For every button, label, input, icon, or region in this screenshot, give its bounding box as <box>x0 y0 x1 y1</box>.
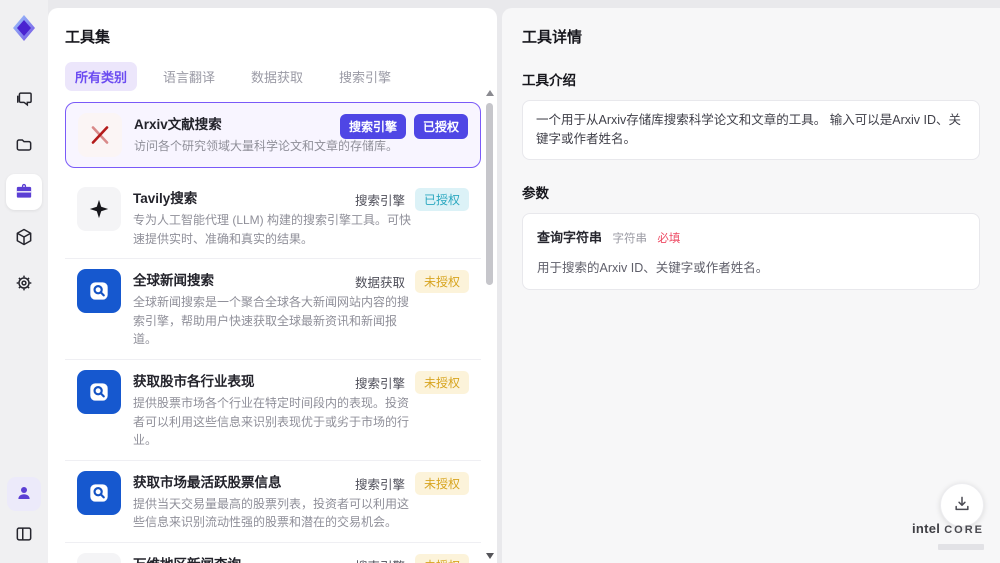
tavily-icon <box>77 187 121 231</box>
tool-list-item[interactable]: 获取股市各行业表现 提供股票市场各个行业在特定时间段内的表现。投资者可以利用这些… <box>65 359 481 461</box>
user-avatar-icon <box>15 484 33 505</box>
auth-badge: 未授权 <box>414 553 469 563</box>
news-search-icon <box>77 269 121 314</box>
auth-badge: 未授权 <box>414 370 469 394</box>
news-search-icon <box>77 369 121 414</box>
arxiv-icon <box>78 113 122 157</box>
tool-description: 专为人工智能代理 (LLM) 构建的搜索引擎工具。可快速提供实时、准确和真实的结… <box>133 213 412 246</box>
auth-badge: 已授权 <box>414 188 469 211</box>
category-badge: 搜索引擎 <box>354 194 405 208</box>
tool-list-item[interactable]: 全球新闻搜索 全球新闻搜索是一个聚合全球各大新闻网站内容的搜索引擎，帮助用户快速… <box>65 259 481 360</box>
core-wordmark: CORE <box>944 523 984 536</box>
param-required-badge: 必填 <box>657 232 681 245</box>
collapse-sidebar-button[interactable] <box>6 517 42 553</box>
tool-list-item[interactable]: 万维地区新闻查询 查询具体行政区划内的新闻，快速了解各地新闻动 搜索引擎 未授权 <box>65 542 481 563</box>
tool-name: 获取市场最活跃股票信息 <box>133 474 282 490</box>
category-badge: 数据获取 <box>354 276 405 291</box>
detail-title: 工具详情 <box>522 29 583 46</box>
user-avatar[interactable] <box>7 477 41 511</box>
scrollbar-thumb[interactable] <box>486 103 493 285</box>
param-type: 字符串 <box>612 232 647 245</box>
scrollbar[interactable] <box>485 90 494 559</box>
params-heading: 参数 <box>522 185 549 201</box>
scroll-up-arrow-icon[interactable] <box>486 90 494 96</box>
auth-badge: 未授权 <box>414 270 469 294</box>
category-tab[interactable]: 语言翻译 <box>153 62 225 91</box>
tool-list: Arxiv文献搜索 访问各个研究领域大量科学论文和文章的存储库。 搜索引擎 已授… <box>65 102 481 563</box>
sidebar-item-tools[interactable] <box>6 174 42 210</box>
sidebar <box>0 0 48 563</box>
auth-badge: 未授权 <box>414 471 469 495</box>
tool-name: 万维地区新闻查询 <box>133 553 355 563</box>
param-name: 查询字符串 <box>537 229 603 245</box>
intel-wordmark: intel <box>911 520 941 536</box>
tool-list-item[interactable]: Tavily搜索 专为人工智能代理 (LLM) 构建的搜索引擎工具。可快速提供实… <box>65 177 481 260</box>
category-tabs: 所有类别 语言翻译 数据获取 搜索引擎 <box>65 62 497 91</box>
category-badge: 搜索引擎 <box>355 556 405 563</box>
chat-icon <box>14 89 34 112</box>
intel-core-logo: intel CORE <box>912 520 984 555</box>
param-card: 查询字符串 字符串 必填 用于搜索的Arxiv ID、关键字或作者姓名。 <box>522 212 980 290</box>
tool-intro-text: 一个用于从Arxiv存储库搜索科学论文和文章的工具。 输入可以是Arxiv ID… <box>522 100 980 160</box>
category-badge: 搜索引擎 <box>339 114 406 139</box>
gear-icon <box>14 273 34 296</box>
category-badge: 搜索引擎 <box>354 376 405 391</box>
param-header: 查询字符串 字符串 必填 <box>537 227 965 247</box>
tool-name: 全球新闻搜索 <box>133 273 214 289</box>
tool-list-item[interactable]: 获取市场最活跃股票信息 提供当天交易量最高的股票列表，投资者可以利用这些信息来识… <box>65 460 481 543</box>
category-tab[interactable]: 搜索引擎 <box>329 62 401 91</box>
cube-icon <box>14 227 34 250</box>
category-tab[interactable]: 数据获取 <box>241 62 313 91</box>
tool-description: 提供股票市场各个行业在特定时间段内的表现。投资者可以利用这些信息来识别表现优于或… <box>133 395 410 448</box>
intro-heading: 工具介绍 <box>522 73 576 88</box>
tool-description: 提供当天交易量最高的股票列表，投资者可以利用这些信息来识别流动性强的股票和潜在的… <box>133 496 410 530</box>
auth-badge: 已授权 <box>413 114 468 139</box>
tool-name: 获取股市各行业表现 <box>133 373 255 389</box>
param-description: 用于搜索的Arxiv ID、关键字或作者姓名。 <box>537 260 769 275</box>
tools-panel: 工具集 所有类别 语言翻译 数据获取 搜索引擎 Arxiv文献搜索 访问各个研究… <box>48 8 497 563</box>
tool-name: Arxiv文献搜索 <box>134 117 222 132</box>
sidebar-bottom <box>6 477 42 553</box>
detail-panel: 工具详情 工具介绍 一个用于从Arxiv存储库搜索科学论文和文章的工具。 输入可… <box>502 8 1000 563</box>
sidebar-item-settings[interactable] <box>6 266 42 302</box>
news-search-icon <box>77 470 121 515</box>
sidebar-item-packages[interactable] <box>6 220 42 256</box>
category-tab[interactable]: 所有类别 <box>65 62 138 91</box>
page-title: 工具集 <box>65 29 111 46</box>
intel-logo-sub-bar <box>938 544 984 551</box>
briefcase-icon <box>14 181 34 204</box>
tool-name: Tavily搜索 <box>133 191 198 206</box>
app-logo <box>6 10 42 46</box>
tool-description: 全球新闻搜索是一个聚合全球各大新闻网站内容的搜索引擎，帮助用户快速获取全球最新资… <box>133 295 410 347</box>
newspaper-icon <box>77 552 121 563</box>
app-window: 工具集 所有类别 语言翻译 数据获取 搜索引擎 Arxiv文献搜索 访问各个研究… <box>0 0 1000 563</box>
folder-icon <box>14 135 34 158</box>
download-icon <box>952 494 972 517</box>
sidebar-item-chat[interactable] <box>6 82 42 118</box>
sidebar-item-files[interactable] <box>6 128 42 164</box>
category-badge: 搜索引擎 <box>354 477 405 492</box>
gem-logo-icon <box>13 15 35 41</box>
tool-list-item[interactable]: Arxiv文献搜索 访问各个研究领域大量科学论文和文章的存储库。 搜索引擎 已授… <box>65 102 481 168</box>
scroll-down-arrow-icon[interactable] <box>486 553 494 559</box>
collapse-panel-icon <box>14 524 34 547</box>
tool-description: 访问各个研究领域大量科学论文和文章的存储库。 <box>134 139 399 153</box>
sidebar-nav <box>6 82 42 302</box>
